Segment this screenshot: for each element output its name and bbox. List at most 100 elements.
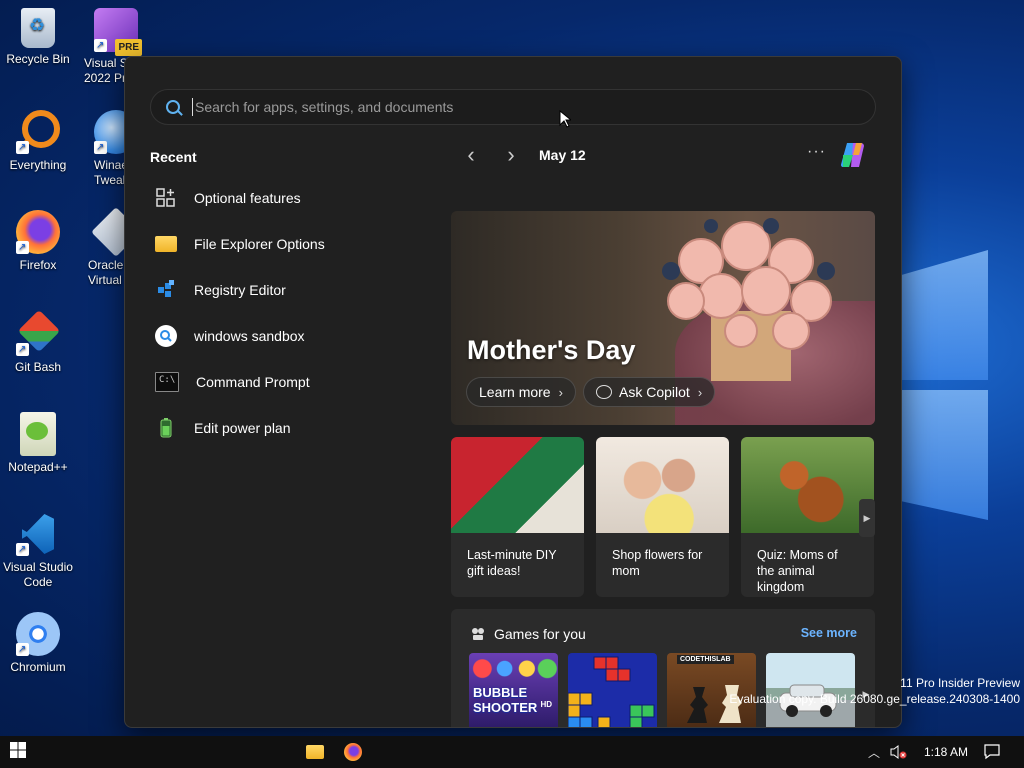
copilot-icon[interactable] [839, 141, 869, 169]
recent-item-label: Command Prompt [196, 374, 310, 390]
recent-item-label: Registry Editor [194, 282, 286, 298]
notepad-plus-plus-icon [20, 412, 56, 456]
search-box[interactable] [150, 89, 876, 125]
desktop-icon-label: Git Bash [14, 360, 62, 374]
mouse-cursor-icon [559, 110, 571, 128]
visual-studio-preview-icon: PRE [94, 8, 142, 56]
feed-card[interactable]: Last-minute DIY gift ideas! [451, 437, 584, 597]
recent-item-label: Edit power plan [194, 420, 291, 436]
desktop-icon-label: Recycle Bin [6, 52, 70, 66]
recent-item-file-explorer-options[interactable]: File Explorer Options [155, 221, 415, 267]
desktop-icon-notepad-plus-plus[interactable]: Notepad++ [0, 412, 76, 475]
desktop-icon-recycle-bin[interactable]: ♻ Recycle Bin [0, 8, 76, 67]
recent-item-label: Optional features [194, 190, 301, 206]
desktop-icon-label: Everything [9, 158, 67, 172]
search-icon [166, 100, 180, 114]
feed-nav: ‹ › May 12 [461, 144, 586, 166]
chevron-right-icon[interactable]: › [501, 144, 521, 166]
mother-daughter-flowers-image [596, 437, 729, 533]
game-subtitle: HD [540, 700, 552, 709]
more-options-button[interactable]: ··· [807, 143, 826, 161]
battery-icon [155, 417, 177, 439]
notifications-icon[interactable] [980, 736, 1004, 768]
desktop-icon-label: Notepad++ [8, 460, 68, 474]
games-heading: Games for you [471, 626, 586, 642]
games-section: Games for you See more BUBBLE SHOOTER HD… [451, 609, 875, 727]
game-tile-car-racing[interactable] [766, 653, 855, 727]
learn-more-button[interactable]: Learn more › [466, 377, 576, 407]
desktop-icon-label: Chromium [10, 660, 66, 674]
orangutan-image [741, 437, 874, 533]
diy-gift-image [451, 437, 584, 533]
clock[interactable]: 1:18 AM [924, 736, 968, 768]
feed-date: May 12 [539, 147, 586, 163]
start-menu: Recent Optional features File Explorer O… [124, 56, 902, 728]
feed-card[interactable]: Shop flowers for mom [596, 437, 729, 597]
watermark-edition: 11 Pro Insider Preview [900, 676, 1020, 690]
desktop-icon-git-bash[interactable]: Git Bash [0, 309, 76, 375]
command-prompt-icon: C:\ [155, 372, 179, 392]
vscode-icon [16, 512, 60, 557]
feed-cards: Last-minute DIY gift ideas! Shop flowers… [451, 437, 886, 597]
taskbar: ︿ 1:18 AM [0, 736, 1024, 768]
taskbar-file-explorer[interactable] [302, 736, 328, 768]
card-caption: Quiz: Moms of the animal kingdom [757, 548, 838, 594]
file-explorer-icon [306, 745, 324, 759]
ask-copilot-button[interactable]: Ask Copilot › [583, 377, 716, 407]
watermark-build: Evaluation copy. Build 26080.ge_release.… [729, 692, 1020, 706]
game-tile-chess[interactable]: CODETHISLAB [667, 653, 756, 727]
search-icon [155, 325, 177, 347]
recent-item-label: windows sandbox [194, 328, 305, 344]
git-bash-icon [16, 309, 61, 357]
desktop-icon-firefox[interactable]: Firefox [0, 210, 76, 273]
taskbar-firefox[interactable] [340, 736, 366, 768]
hero-title: Mother's Day [467, 335, 636, 365]
games-icon [471, 627, 485, 641]
chevron-up-icon[interactable]: ︿ [864, 736, 884, 768]
chevron-right-icon: › [558, 384, 563, 400]
recent-item-label: File Explorer Options [194, 236, 325, 252]
wallpaper-windows-logo [898, 250, 988, 550]
start-button[interactable] [0, 736, 36, 768]
recent-item-edit-power-plan[interactable]: Edit power plan [155, 405, 415, 451]
see-more-link[interactable]: See more [801, 626, 857, 640]
recent-item-windows-sandbox[interactable]: windows sandbox [155, 313, 415, 359]
windows-start-icon [10, 741, 26, 763]
volume-muted-icon[interactable] [886, 736, 910, 768]
games-row: BUBBLE SHOOTER HD CODETHISLAB [469, 653, 865, 727]
card-caption: Last-minute DIY gift ideas! [467, 548, 557, 578]
recent-item-registry-editor[interactable]: Registry Editor [155, 267, 415, 313]
hero-card-mothers-day[interactable]: Mother's Day Learn more › Ask Copilot › [451, 211, 875, 425]
game-tile-block-puzzle[interactable] [568, 653, 657, 727]
learn-more-label: Learn more [479, 384, 551, 400]
chevron-left-icon[interactable]: ‹ [461, 144, 481, 166]
game-tile-bubble-shooter[interactable]: BUBBLE SHOOTER HD [469, 653, 558, 727]
chevron-right-icon: › [697, 384, 703, 400]
desktop-icon-everything[interactable]: Everything [0, 110, 76, 173]
ask-copilot-label: Ask Copilot [619, 384, 690, 400]
registry-editor-icon [155, 279, 177, 301]
flower-bouquet-image [662, 218, 835, 381]
chromium-icon [16, 612, 60, 657]
optional-features-icon [155, 187, 177, 209]
game-brand: CODETHISLAB [677, 655, 734, 664]
firefox-icon [344, 743, 362, 761]
feed-card[interactable]: Quiz: Moms of the animal kingdom [741, 437, 874, 597]
recent-item-command-prompt[interactable]: C:\ Command Prompt [155, 359, 415, 405]
file-explorer-options-icon [155, 236, 177, 252]
firefox-icon [16, 210, 60, 255]
desktop-icon-vscode[interactable]: Visual StudioCode [0, 512, 76, 590]
cards-next-button[interactable]: ▶ [859, 499, 875, 537]
recent-item-optional-features[interactable]: Optional features [155, 175, 415, 221]
everything-search-icon [16, 110, 60, 155]
card-caption: Shop flowers for mom [612, 548, 703, 578]
desktop-icon-label: Visual Studio Code [3, 560, 73, 589]
desktop-icon-label: Firefox [19, 258, 57, 272]
games-title: Games for you [494, 626, 586, 642]
recycle-bin-icon: ♻ [21, 8, 55, 48]
pre-badge: PRE [115, 39, 142, 56]
recent-heading: Recent [150, 149, 197, 165]
desktop-icon-chromium[interactable]: Chromium [0, 612, 76, 675]
search-input[interactable] [192, 98, 875, 116]
recent-list: Optional features File Explorer Options … [155, 175, 415, 451]
